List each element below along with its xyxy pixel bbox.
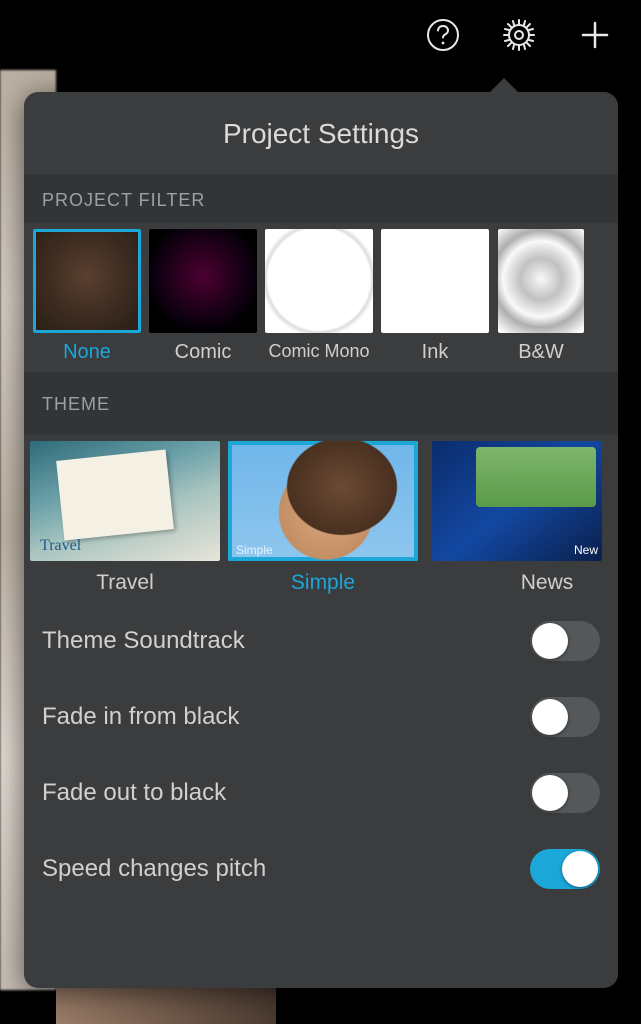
filter-label: B&W — [518, 341, 564, 364]
theme-item-travel[interactable]: Travel — [30, 441, 220, 595]
gear-icon[interactable] — [501, 17, 537, 53]
theme-thumb — [432, 441, 602, 561]
theme-thumb — [30, 441, 220, 561]
theme-item-news[interactable]: News — [426, 441, 602, 595]
setting-label: Fade out to black — [42, 779, 226, 807]
filter-item-comic[interactable]: Comic — [148, 229, 258, 364]
setting-label: Theme Soundtrack — [42, 627, 245, 655]
filter-label: Comic Mono — [268, 341, 369, 362]
filter-strip[interactable]: None Comic Comic Mono Ink B&W — [24, 223, 618, 368]
filter-thumb — [381, 229, 489, 333]
popover-title: Project Settings — [24, 92, 618, 174]
setting-fade-out: Fade out to black — [42, 755, 600, 831]
theme-strip[interactable]: Travel Simple News — [24, 435, 618, 595]
setting-label: Speed changes pitch — [42, 855, 266, 883]
theme-thumb — [228, 441, 418, 561]
theme-label: News — [521, 571, 574, 595]
theme-label: Travel — [96, 571, 154, 595]
filter-item-bw[interactable]: B&W — [496, 229, 586, 364]
filter-label: None — [63, 341, 111, 364]
filter-item-none[interactable]: None — [32, 229, 142, 364]
toggle-speed-pitch[interactable] — [530, 849, 600, 889]
toggle-fade-out[interactable] — [530, 773, 600, 813]
setting-speed-pitch: Speed changes pitch — [42, 831, 600, 907]
setting-label: Fade in from black — [42, 703, 239, 731]
filter-thumb — [149, 229, 257, 333]
filter-thumb — [265, 229, 373, 333]
setting-fade-in: Fade in from black — [42, 679, 600, 755]
toggle-fade-in[interactable] — [530, 697, 600, 737]
setting-theme-soundtrack: Theme Soundtrack — [42, 603, 600, 679]
theme-item-simple[interactable]: Simple — [228, 441, 418, 595]
filter-thumb — [498, 229, 584, 333]
filter-item-comic-mono[interactable]: Comic Mono — [264, 229, 374, 364]
background-photo-bottom — [56, 988, 276, 1024]
help-icon[interactable] — [425, 17, 461, 53]
filter-label: Comic — [175, 341, 232, 364]
project-settings-popover: Project Settings PROJECT FILTER None Com… — [24, 92, 618, 988]
filter-label: Ink — [422, 341, 449, 364]
toggle-theme-soundtrack[interactable] — [530, 621, 600, 661]
filter-thumb — [33, 229, 141, 333]
filter-item-ink[interactable]: Ink — [380, 229, 490, 364]
top-toolbar — [0, 0, 641, 70]
theme-section-header: THEME — [24, 372, 618, 435]
filter-section-header: PROJECT FILTER — [24, 174, 618, 223]
settings-list: Theme Soundtrack Fade in from black Fade… — [24, 595, 618, 907]
theme-label: Simple — [291, 571, 355, 595]
add-icon[interactable] — [577, 17, 613, 53]
